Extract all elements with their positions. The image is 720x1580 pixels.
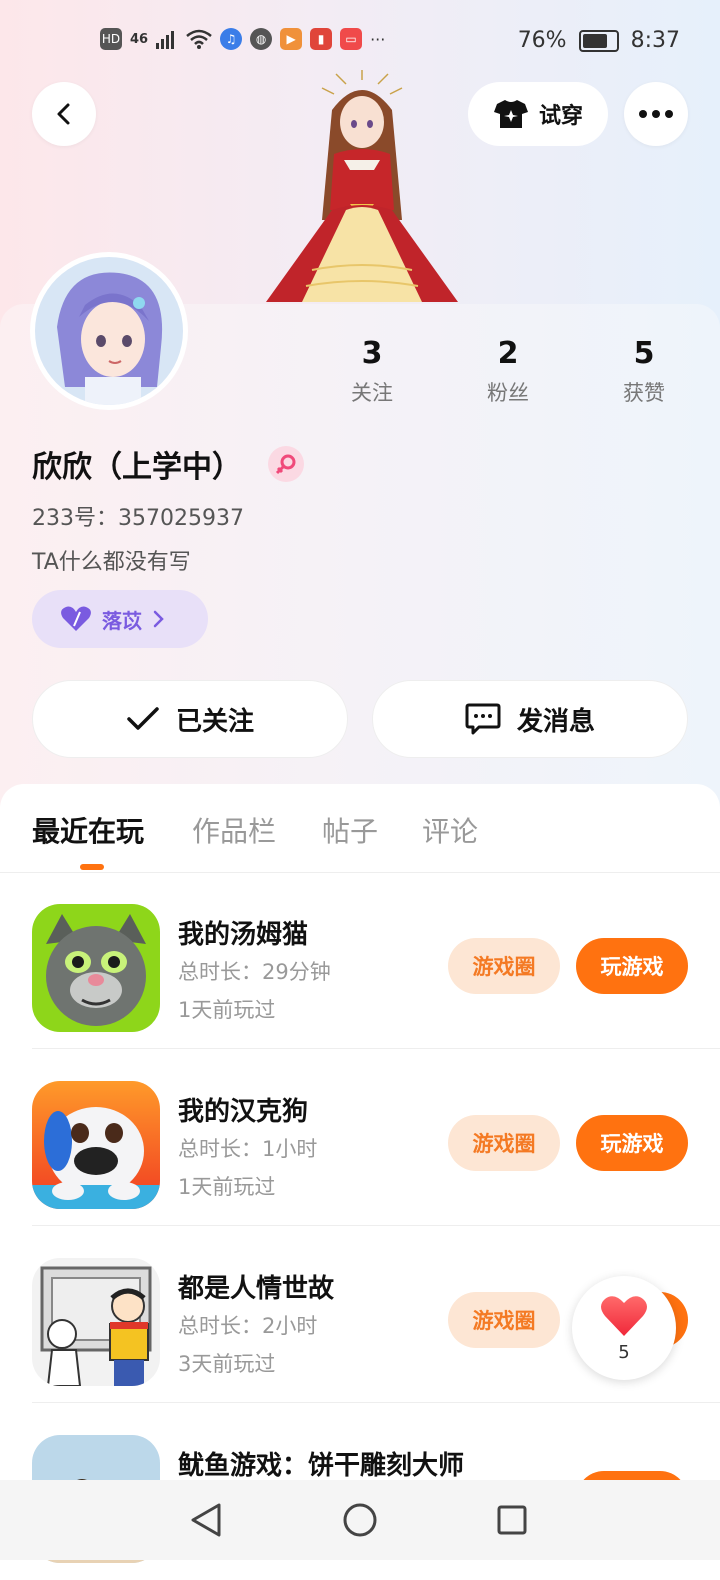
heart-tag-icon (61, 606, 91, 631)
game-title: 都是人情世故 (178, 1274, 335, 1304)
likes-stat[interactable]: 5 获赞 (584, 336, 704, 407)
relationship-tag-label: 落苡 (102, 608, 142, 633)
tab-works[interactable]: 作品栏 (192, 810, 276, 850)
game-circle-button[interactable]: 游戏圈 (448, 938, 560, 994)
nav-recents-button[interactable] (492, 1500, 532, 1540)
likes-label: 获赞 (623, 381, 665, 405)
back-button[interactable] (32, 82, 96, 146)
following-count: 3 (361, 336, 383, 371)
list-item[interactable]: 我的汉克狗 总时长：1小时 1天前玩过 游戏圈 玩游戏 (0, 1049, 720, 1226)
like-count: 5 (618, 1341, 630, 1363)
game-icon-talking-hank (32, 1081, 160, 1209)
hd-icon: HD (100, 28, 122, 50)
nav-home-button[interactable] (340, 1500, 380, 1540)
chevron-right-icon (153, 610, 164, 628)
game-duration: 总时长：2小时 (178, 1314, 318, 1338)
relationship-tag[interactable]: 落苡 (32, 590, 208, 648)
following-label: 关注 (351, 381, 393, 405)
following-stat[interactable]: 3 关注 (312, 336, 432, 407)
follow-button[interactable]: 已关注 (32, 680, 348, 758)
user-bio: TA什么都没有写 (32, 550, 191, 575)
game-last-played: 1天前玩过 (178, 998, 276, 1022)
avatar-character-image (266, 70, 458, 302)
game-last-played: 3天前玩过 (178, 1352, 276, 1376)
system-navigation-bar (0, 1480, 720, 1560)
content-tabs: 最近在玩 作品栏 帖子 评论 (0, 784, 720, 873)
list-item[interactable]: 我的汤姆猫 总时长：29分钟 1天前玩过 游戏圈 玩游戏 (0, 872, 720, 1049)
try-on-label: 试穿 (538, 104, 583, 129)
wifi-icon (186, 29, 212, 49)
user-id: 233号：357025937 (32, 506, 244, 531)
game-title: 鱿鱼游戏：饼干雕刻大师 (178, 1451, 465, 1481)
tab-posts[interactable]: 帖子 (322, 810, 378, 850)
like-floating-button[interactable]: 5 (572, 1276, 676, 1380)
female-icon (268, 446, 304, 482)
user-avatar[interactable] (30, 252, 188, 410)
game-icon-talking-tom (32, 904, 160, 1032)
clock: 8:37 (630, 28, 680, 53)
followers-label: 粉丝 (487, 381, 529, 405)
game-last-played: 1天前玩过 (178, 1175, 276, 1199)
app-notification-icon: ▭ (340, 28, 363, 50)
followers-stat[interactable]: 2 粉丝 (448, 336, 568, 407)
avatar-portrait-image (35, 257, 183, 405)
wechat-icon: ◍ (250, 28, 273, 50)
nav-back-button[interactable] (186, 1500, 226, 1540)
chevron-left-icon (57, 103, 70, 125)
more-options-button[interactable] (624, 82, 688, 146)
game-icon-renqing-shigu (32, 1258, 160, 1386)
video-app-icon: ▶ (280, 28, 303, 50)
circle-home-icon (343, 1503, 377, 1537)
game-title: 我的汤姆猫 (178, 920, 309, 950)
follow-label: 已关注 (175, 706, 254, 737)
heart-icon (601, 1295, 647, 1336)
signal-icon (156, 31, 175, 49)
tab-recently-played[interactable]: 最近在玩 (32, 810, 144, 850)
message-button[interactable]: 发消息 (372, 680, 688, 758)
play-game-button[interactable]: 玩游戏 (576, 938, 688, 994)
more-notifications: ··· (370, 29, 386, 49)
game-circle-button[interactable]: 游戏圈 (448, 1115, 560, 1171)
check-icon (127, 707, 159, 730)
more-icon (639, 110, 673, 118)
music-app-icon: ♫ (220, 28, 243, 50)
active-tab-indicator (80, 864, 104, 870)
message-label: 发消息 (516, 706, 595, 737)
status-bar: HD 46 ♫ ◍ ▶ ▮ ▭ ··· 76% 8:37 (0, 24, 720, 64)
battery-percent: 76% (517, 28, 567, 53)
battery-icon (578, 29, 619, 52)
tab-comments[interactable]: 评论 (422, 810, 478, 850)
game-duration: 总时长：1小时 (178, 1137, 318, 1161)
game-duration: 总时长：29分钟 (178, 960, 331, 984)
triangle-back-icon (191, 1503, 221, 1537)
user-name: 欣欣（上学中） (32, 450, 242, 485)
likes-count: 5 (633, 336, 655, 371)
game-circle-button[interactable]: 游戏圈 (448, 1292, 560, 1348)
reader-app-icon: ▮ (310, 28, 333, 50)
square-recents-icon (497, 1505, 527, 1535)
play-game-button[interactable]: 玩游戏 (576, 1115, 688, 1171)
shirt-icon (493, 100, 528, 128)
network-label: 46 (130, 31, 149, 47)
game-title: 我的汉克狗 (178, 1097, 309, 1127)
followers-count: 2 (497, 336, 519, 371)
try-on-button[interactable]: 试穿 (468, 82, 608, 146)
chat-icon (465, 703, 501, 735)
